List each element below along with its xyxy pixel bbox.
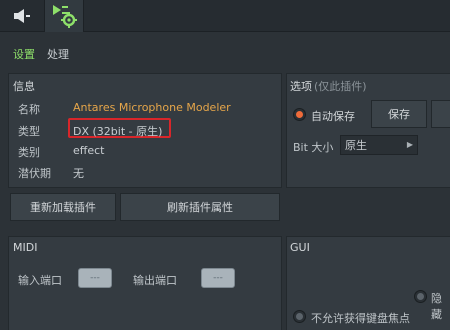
info-label-name: 名称 — [18, 103, 40, 116]
radio-dot — [417, 293, 424, 300]
input-port-label: 输入端口 — [18, 274, 62, 287]
info-value-type: DX (32bit - 原生) — [73, 125, 163, 138]
radio-dot — [296, 111, 303, 118]
tab-process[interactable]: 处理 — [47, 46, 69, 62]
hide-label: 隐藏 — [431, 292, 442, 321]
autosave-label: 自动保存 — [311, 110, 355, 123]
tab-speaker[interactable] — [2, 0, 42, 32]
autosave-radio[interactable] — [293, 108, 306, 121]
midi-title: MIDI — [13, 241, 38, 254]
info-label-latency: 潜伏期 — [18, 167, 51, 180]
output-port-select[interactable]: --- — [201, 268, 235, 288]
info-value-latency: 无 — [73, 167, 84, 180]
info-title: 信息 — [13, 80, 35, 93]
input-port-value: --- — [90, 273, 100, 283]
info-value-name: Antares Microphone Modeler — [73, 101, 231, 114]
output-port-label: 输出端口 — [133, 274, 177, 287]
bit-size-value: 原生 — [345, 139, 367, 152]
info-label-type: 类型 — [18, 125, 40, 138]
bit-size-label: Bit 大小 — [293, 141, 334, 154]
tab-plugin[interactable] — [44, 0, 84, 32]
info-label-category: 类别 — [18, 146, 40, 159]
reload-plugin-button[interactable]: 重新加载插件 — [10, 193, 116, 221]
dropdown-arrow-icon: ▶ — [406, 140, 413, 149]
save-button[interactable]: 保存 — [371, 100, 427, 128]
plugin-gear-icon — [53, 5, 77, 28]
no-keyboard-focus-radio[interactable] — [293, 310, 306, 323]
no-keyboard-focus-label: 不允许获得键盘焦点 — [311, 312, 410, 325]
refresh-plugin-properties-button[interactable]: 刷新插件属性 — [120, 193, 280, 221]
radio-dot — [296, 313, 303, 320]
speaker-icon — [14, 9, 30, 23]
input-port-select[interactable]: --- — [78, 268, 112, 288]
gui-title: GUI — [290, 241, 310, 254]
options-subtitle: (仅此插件) — [314, 80, 367, 93]
tab-settings[interactable]: 设置 — [13, 46, 35, 62]
bit-size-select[interactable]: 原生 ▶ — [340, 135, 418, 155]
output-port-value: --- — [213, 273, 223, 283]
options-title: 选项 — [290, 80, 312, 93]
info-value-category: effect — [73, 144, 105, 157]
options-more-button[interactable] — [431, 100, 450, 128]
hide-radio[interactable] — [414, 290, 427, 303]
